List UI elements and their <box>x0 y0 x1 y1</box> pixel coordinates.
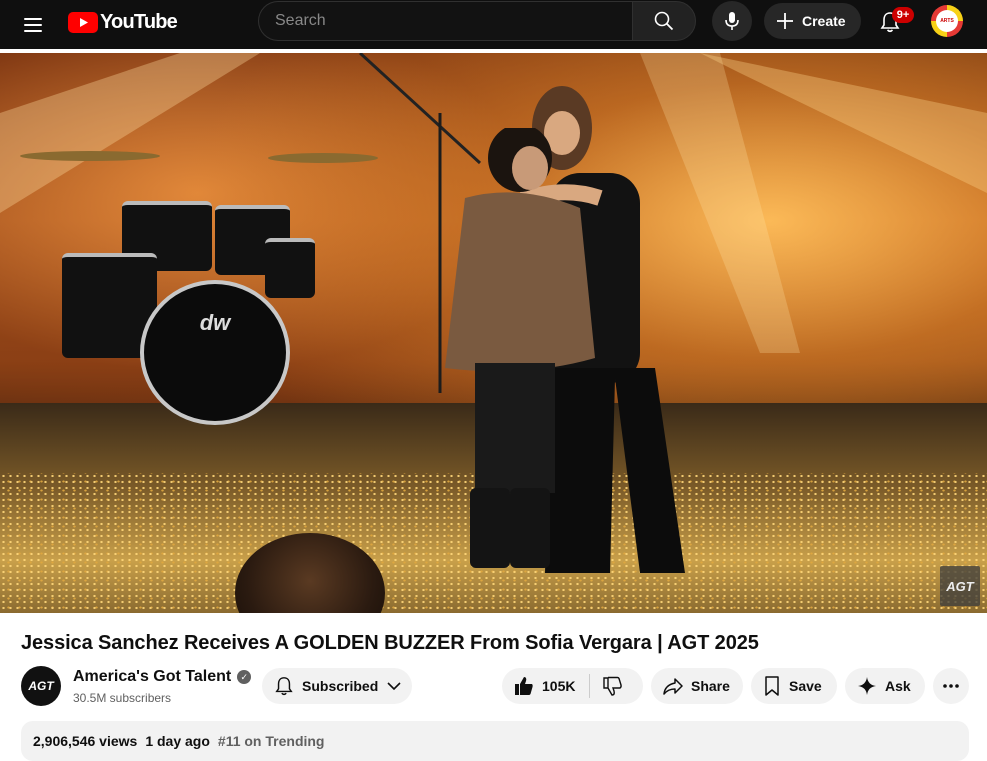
create-button[interactable]: Create <box>764 3 861 39</box>
more-actions-button[interactable] <box>933 668 969 704</box>
channel-avatar-text: AGT <box>28 679 54 693</box>
description-box[interactable]: 2,906,546 views 1 day ago #11 on Trendin… <box>21 721 969 761</box>
channel-name[interactable]: America's Got Talent <box>73 668 231 686</box>
mic-icon <box>725 12 739 30</box>
verified-icon: ✓ <box>237 670 252 684</box>
person-left <box>445 128 595 568</box>
subscribed-label: Subscribed <box>302 678 379 694</box>
account-avatar[interactable]: ARTS <box>931 5 963 37</box>
channel-avatar[interactable]: AGT <box>21 666 61 706</box>
ask-label: Ask <box>885 678 911 694</box>
youtube-logo-icon <box>68 11 98 33</box>
search-bar <box>258 1 696 41</box>
sparkle-icon <box>858 677 876 695</box>
floor-tom-drum <box>265 238 315 298</box>
subscribed-button[interactable]: Subscribed <box>262 668 412 704</box>
thumbs-down-icon <box>603 676 623 696</box>
search-input[interactable] <box>258 1 632 41</box>
upload-age: 1 day ago <box>145 733 210 749</box>
ask-button[interactable]: Ask <box>845 668 925 704</box>
logo-text: YouTube <box>100 10 178 33</box>
bass-drum: dw <box>140 280 290 425</box>
menu-icon[interactable] <box>16 8 50 42</box>
channel-name-row[interactable]: America's Got Talent ✓ <box>73 668 252 686</box>
bookmark-icon <box>765 676 779 696</box>
bell-icon <box>275 677 293 696</box>
subscriber-count: 30.5M subscribers <box>73 691 172 705</box>
video-title: Jessica Sanchez Receives A GOLDEN BUZZER… <box>21 632 759 654</box>
youtube-logo[interactable]: YouTube <box>68 10 178 33</box>
trending-rank[interactable]: #11 on Trending <box>218 733 325 749</box>
video-player[interactable]: dw AGT <box>0 53 987 613</box>
avatar-text: ARTS <box>936 10 958 32</box>
drum-brand: dw <box>199 309 231 335</box>
chevron-down-icon <box>387 682 401 691</box>
share-label: Share <box>691 678 730 694</box>
thumbs-up-icon <box>515 677 533 695</box>
save-label: Save <box>789 678 822 694</box>
cymbal <box>268 153 378 163</box>
like-count: 105K <box>542 678 576 694</box>
like-button[interactable]: 105K <box>502 668 575 704</box>
dislike-button[interactable] <box>590 676 623 696</box>
save-button[interactable]: Save <box>751 668 837 704</box>
cymbal <box>20 151 160 161</box>
like-dislike-group: 105K <box>502 668 643 704</box>
create-label: Create <box>802 13 846 29</box>
share-icon <box>663 678 683 695</box>
notification-badge: 9+ <box>892 7 914 23</box>
plus-icon <box>777 13 793 29</box>
view-count: 2,906,546 views <box>33 733 138 749</box>
more-icon <box>943 684 959 688</box>
voice-search-button[interactable] <box>712 1 752 41</box>
share-button[interactable]: Share <box>651 668 743 704</box>
top-bar: YouTube Create 9+ ARTS <box>0 0 987 49</box>
search-button[interactable] <box>632 1 696 41</box>
agt-watermark: AGT <box>940 566 980 606</box>
search-icon <box>654 11 674 31</box>
